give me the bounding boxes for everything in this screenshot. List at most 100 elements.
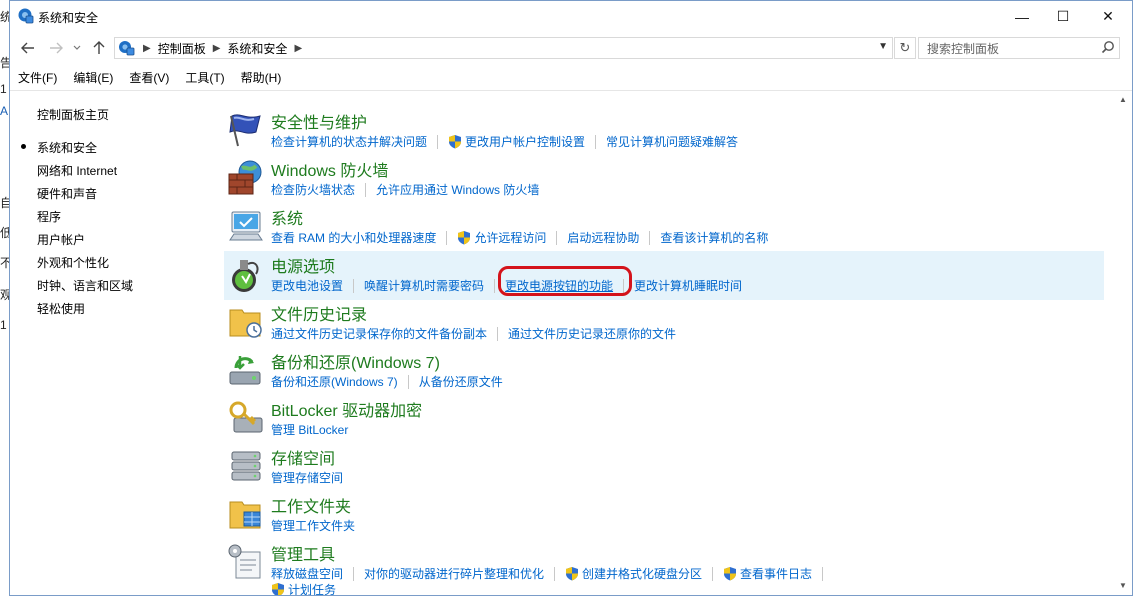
address-bar[interactable]: ▶ 控制面板 ▶ 系统和安全 ▶ ▼ — [114, 37, 893, 59]
troubleshoot-link[interactable]: 常见计算机问题疑难解答 — [606, 133, 738, 150]
uac-shield-icon — [724, 567, 737, 581]
category-title[interactable]: 系统 — [271, 205, 303, 229]
save-backup-link[interactable]: 通过文件历史记录保存你的文件备份副本 — [271, 325, 487, 342]
forward-arrow-icon[interactable] — [47, 38, 65, 58]
file-history-icon[interactable] — [226, 302, 266, 342]
recent-locations-chevron-icon[interactable] — [71, 38, 83, 58]
category-title[interactable]: 电源选项 — [271, 253, 335, 277]
create-format-partition-link[interactable]: 创建并格式化硬盘分区 — [582, 565, 702, 582]
menu-tools[interactable]: 工具(T) — [177, 67, 232, 89]
category-title[interactable]: BitLocker 驱动器加密 — [271, 397, 422, 421]
firewall-icon[interactable] — [226, 158, 266, 198]
current-item-bullet-icon — [21, 144, 26, 149]
remote-access-link[interactable]: 允许远程访问 — [474, 229, 546, 246]
category-links-row-2: 计划任务 — [271, 581, 336, 595]
category-title[interactable]: 管理工具 — [271, 541, 335, 565]
up-arrow-icon[interactable] — [90, 38, 108, 58]
menu-file[interactable]: 文件(F) — [10, 67, 65, 89]
category-title[interactable]: 安全性与维护 — [271, 109, 367, 133]
sidebar-item-programs[interactable]: 程序 — [37, 208, 61, 225]
sidebar-item-home[interactable]: 控制面板主页 — [37, 106, 109, 123]
chevron-right-icon[interactable]: ▶ — [213, 43, 221, 54]
defragment-link[interactable]: 对你的驱动器进行碎片整理和优化 — [364, 565, 544, 582]
navigation-bar: ▶ 控制面板 ▶ 系统和安全 ▶ ▼ ↻ — [10, 34, 1132, 62]
firewall-status-link[interactable]: 检查防火墙状态 — [271, 181, 355, 198]
disk-cleanup-link[interactable]: 释放磁盘空间 — [271, 565, 343, 582]
restore-from-backup-link[interactable]: 从备份还原文件 — [419, 373, 503, 390]
restore-files-link[interactable]: 通过文件历史记录还原你的文件 — [508, 325, 676, 342]
category-title[interactable]: 工作文件夹 — [271, 493, 351, 517]
address-dropdown-icon[interactable]: ▼ — [878, 41, 888, 52]
sidebar-item-hardware-sound[interactable]: 硬件和声音 — [37, 185, 97, 202]
link-separator — [497, 326, 499, 341]
vertical-scrollbar[interactable]: ▲ ▼ — [1115, 91, 1132, 595]
search-input[interactable] — [925, 41, 1099, 57]
menu-bar: 文件(F) 编辑(E) 查看(V) 工具(T) 帮助(H) — [10, 67, 1132, 89]
storage-spaces-icon[interactable] — [226, 446, 266, 486]
sidebar-item-user-accounts[interactable]: 用户帐户 — [37, 231, 85, 248]
scroll-up-icon[interactable]: ▲ — [1118, 95, 1128, 105]
event-log-link[interactable]: 查看事件日志 — [740, 565, 812, 582]
sidebar-item-appearance[interactable]: 外观和个性化 — [37, 254, 109, 271]
category-links: 检查计算机的状态并解决问题 更改用户帐户控制设置 常见计算机问题疑难解答 — [271, 133, 738, 150]
link-separator — [822, 566, 824, 581]
backup-restore-link[interactable]: 备份和还原(Windows 7) — [271, 373, 398, 390]
sidebar-item-clock-region[interactable]: 时钟、语言和区域 — [37, 277, 133, 294]
uac-shield-icon — [458, 231, 471, 245]
control-panel-icon — [18, 8, 34, 24]
chevron-right-icon: ▶ — [143, 42, 151, 54]
link-separator — [446, 230, 448, 245]
uac-settings-link[interactable]: 更改用户帐户控制设置 — [465, 133, 585, 150]
bitlocker-key-icon[interactable] — [226, 398, 266, 438]
minimize-button[interactable]: — — [999, 1, 1045, 32]
manage-storage-link[interactable]: 管理存储空间 — [271, 469, 343, 486]
flag-icon[interactable] — [226, 110, 266, 150]
task-scheduler-link[interactable]: 计划任务 — [288, 581, 336, 595]
sleep-time-link[interactable]: 更改计算机睡眠时间 — [634, 277, 742, 294]
menu-edit[interactable]: 编辑(E) — [65, 67, 121, 89]
link-separator — [353, 566, 355, 581]
category-links: 通过文件历史记录保存你的文件备份副本 通过文件历史记录还原你的文件 — [271, 325, 676, 342]
remote-assistance-link[interactable]: 启动远程协助 — [567, 229, 639, 246]
check-status-link[interactable]: 检查计算机的状态并解决问题 — [271, 133, 427, 150]
work-folders-icon[interactable] — [226, 494, 266, 534]
refresh-icon[interactable]: ↻ — [894, 37, 916, 59]
close-button[interactable]: ✕ — [1085, 1, 1131, 32]
menu-help[interactable]: 帮助(H) — [233, 67, 290, 89]
category-links: 检查防火墙状态 允许应用通过 Windows 防火墙 — [271, 181, 539, 198]
allow-app-firewall-link[interactable]: 允许应用通过 Windows 防火墙 — [376, 181, 539, 198]
category-bitlocker: BitLocker 驱动器加密 管理 BitLocker — [224, 395, 1104, 441]
sidebar-item-ease-of-access[interactable]: 轻松使用 — [37, 300, 85, 317]
breadcrumb-control-panel[interactable]: 控制面板 — [158, 40, 206, 57]
category-title[interactable]: Windows 防火墙 — [271, 157, 388, 181]
backup-restore-icon[interactable] — [226, 350, 266, 390]
category-title[interactable]: 备份和还原(Windows 7) — [271, 349, 440, 373]
search-icon[interactable] — [1101, 40, 1115, 54]
admin-tools-icon[interactable] — [226, 542, 266, 582]
scroll-down-icon[interactable]: ▼ — [1118, 581, 1128, 591]
battery-settings-link[interactable]: 更改电池设置 — [271, 277, 343, 294]
back-arrow-icon[interactable] — [19, 38, 37, 58]
link-separator — [649, 230, 651, 245]
category-power-options: 电源选项 更改电池设置 唤醒计算机时需要密码 更改电源按钮的功能 更改计算机睡眠… — [224, 251, 1104, 300]
chevron-right-icon[interactable]: ▶ — [294, 43, 302, 54]
power-options-icon[interactable] — [226, 254, 266, 294]
title-bar[interactable]: 系统和安全 — ☐ ✕ — [10, 1, 1132, 32]
category-title[interactable]: 存储空间 — [271, 445, 335, 469]
computer-icon[interactable] — [226, 206, 266, 246]
ram-cpu-link[interactable]: 查看 RAM 的大小和处理器速度 — [271, 229, 436, 246]
menu-view[interactable]: 查看(V) — [121, 67, 177, 89]
category-work-folders: 工作文件夹 管理工作文件夹 — [224, 491, 1104, 537]
category-title[interactable]: 文件历史记录 — [271, 301, 367, 325]
link-separator — [353, 278, 355, 293]
breadcrumb-system-security[interactable]: 系统和安全 — [227, 40, 287, 57]
computer-name-link[interactable]: 查看该计算机的名称 — [660, 229, 768, 246]
maximize-button[interactable]: ☐ — [1040, 1, 1086, 32]
link-separator — [595, 134, 597, 149]
sidebar-item-network[interactable]: 网络和 Internet — [37, 162, 117, 179]
category-links: 管理存储空间 — [271, 469, 343, 486]
search-box[interactable] — [918, 37, 1120, 59]
manage-bitlocker-link[interactable]: 管理 BitLocker — [271, 421, 348, 438]
manage-work-folders-link[interactable]: 管理工作文件夹 — [271, 517, 355, 534]
wake-password-link[interactable]: 唤醒计算机时需要密码 — [364, 277, 484, 294]
